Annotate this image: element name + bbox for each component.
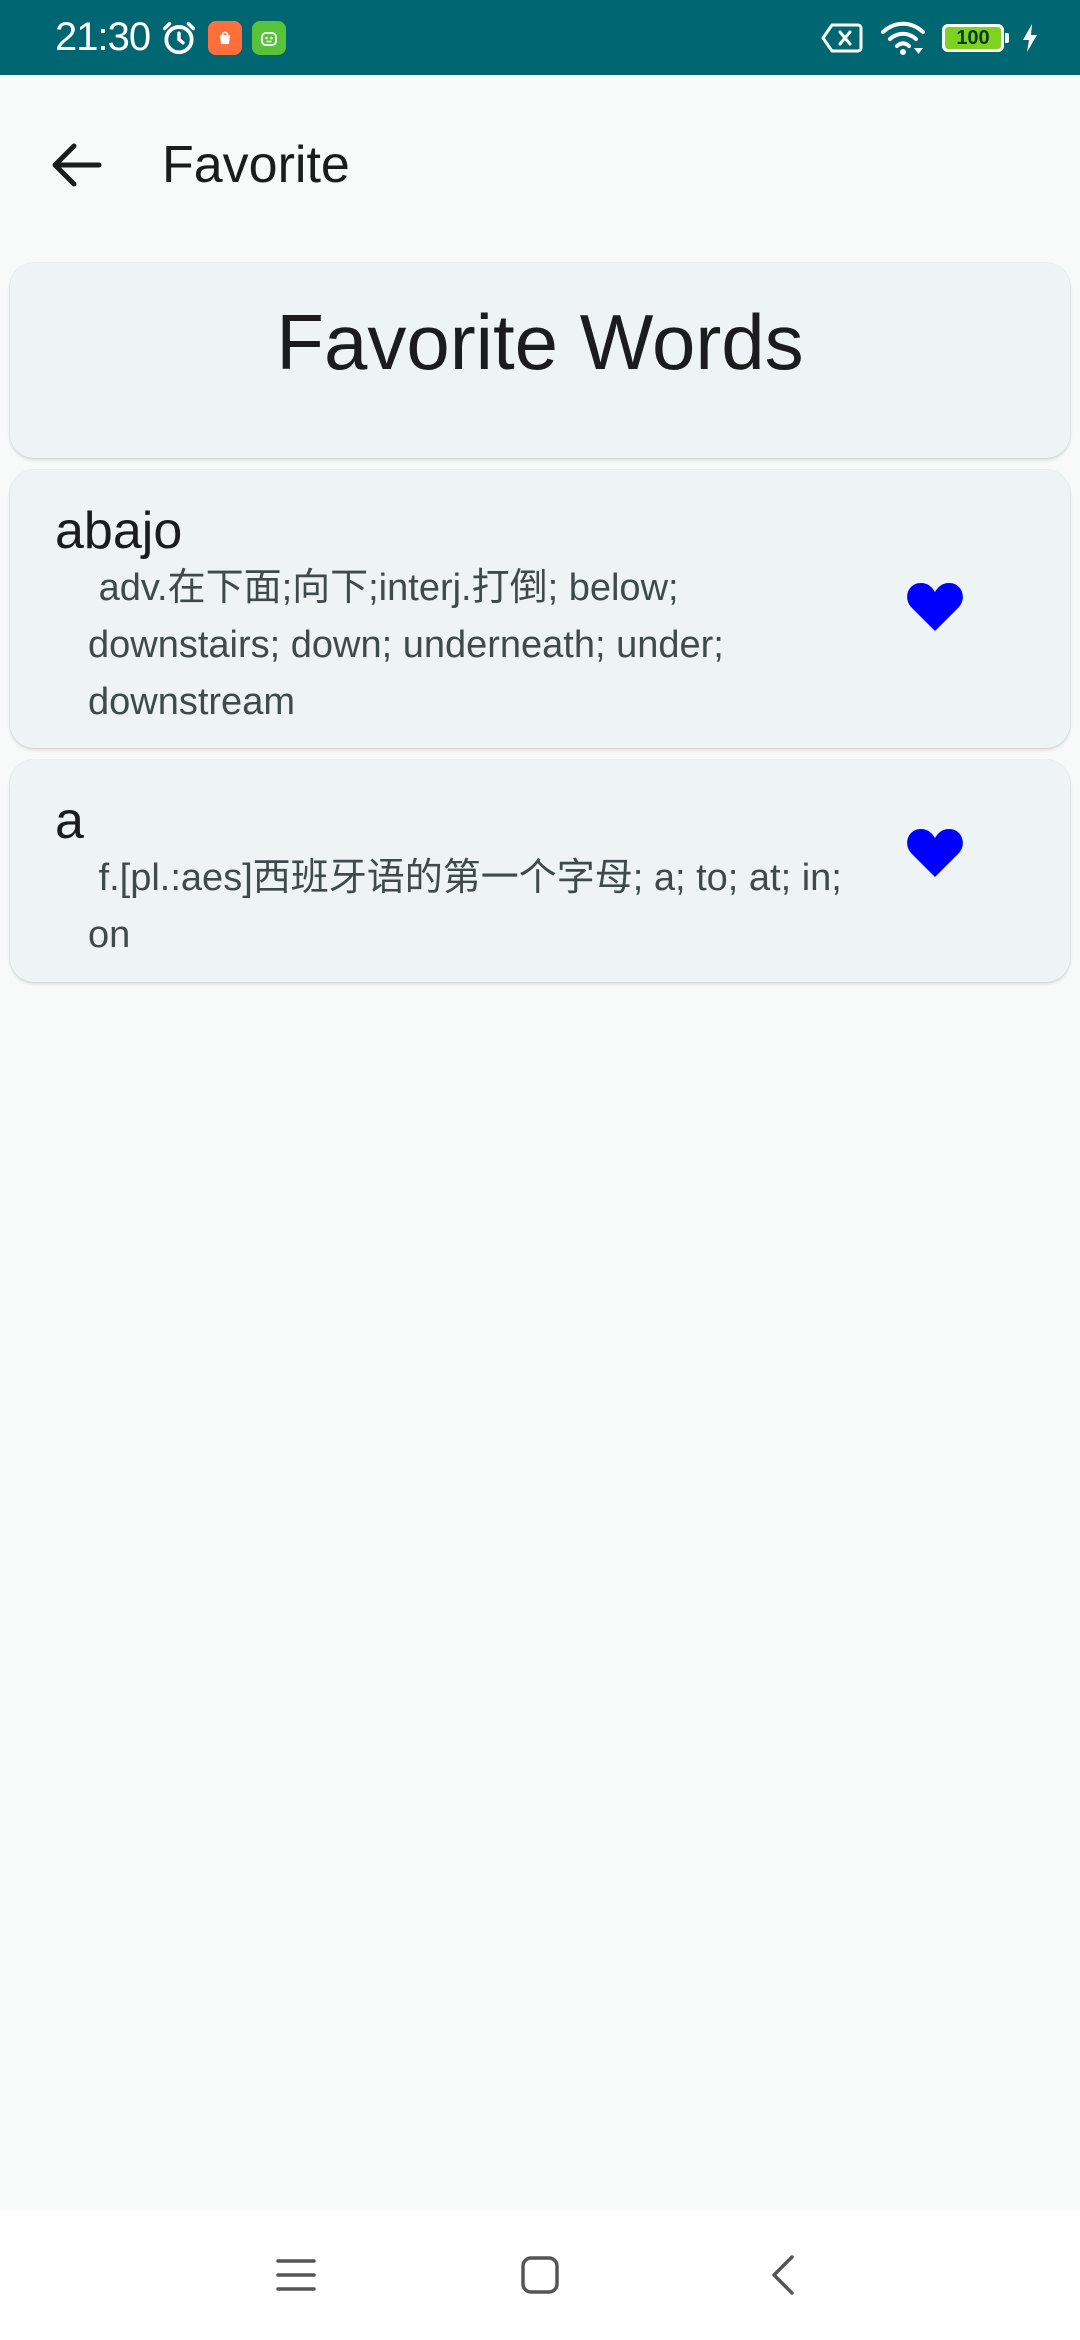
status-time: 21:30 — [55, 15, 151, 59]
favorite-button[interactable] — [900, 572, 970, 642]
back-icon — [772, 2255, 794, 2295]
battery-level: 100 — [956, 26, 990, 49]
favorite-button[interactable] — [900, 818, 970, 888]
back-button[interactable] — [32, 120, 122, 210]
favorite-words-header-card: Favorite Words — [10, 263, 1070, 458]
heart-icon — [907, 829, 963, 877]
app-bar: Favorite — [0, 75, 1080, 255]
system-nav-bar — [0, 2210, 1080, 2340]
arrow-left-icon — [52, 143, 102, 187]
shop-app-icon — [208, 20, 243, 55]
word-card[interactable]: a f.[pl.:aes]西班牙语的第一个字母; a; to; at; in; … — [10, 760, 1070, 982]
alarm-icon — [160, 19, 198, 57]
home-icon — [521, 2256, 559, 2294]
menu-icon — [276, 2259, 316, 2291]
status-right: 100 — [820, 20, 1040, 56]
battery-icon: 100 — [942, 23, 1009, 52]
status-bar: 21:30 100 — [0, 0, 1080, 75]
system-back-button[interactable] — [748, 2240, 818, 2310]
word-definition: f.[pl.:aes]西班牙语的第一个字母; a; to; at; in; on — [88, 857, 853, 956]
status-left: 21:30 — [55, 15, 287, 60]
no-sim-icon — [820, 22, 864, 54]
charging-icon — [1020, 23, 1040, 53]
word-definition: adv.在下面;向下;interj.打倒; below; downstairs;… — [88, 567, 735, 723]
favorite-words-title: Favorite Words — [276, 298, 804, 386]
word-text: abajo — [55, 502, 183, 560]
heart-icon — [907, 583, 963, 631]
home-button[interactable] — [505, 2240, 575, 2310]
android-app-icon — [252, 20, 287, 55]
word-card[interactable]: abajo adv.在下面;向下;interj.打倒; below; downs… — [10, 470, 1070, 748]
recent-apps-button[interactable] — [261, 2240, 331, 2310]
wifi-icon — [880, 20, 926, 56]
page-title: Favorite — [162, 136, 350, 194]
